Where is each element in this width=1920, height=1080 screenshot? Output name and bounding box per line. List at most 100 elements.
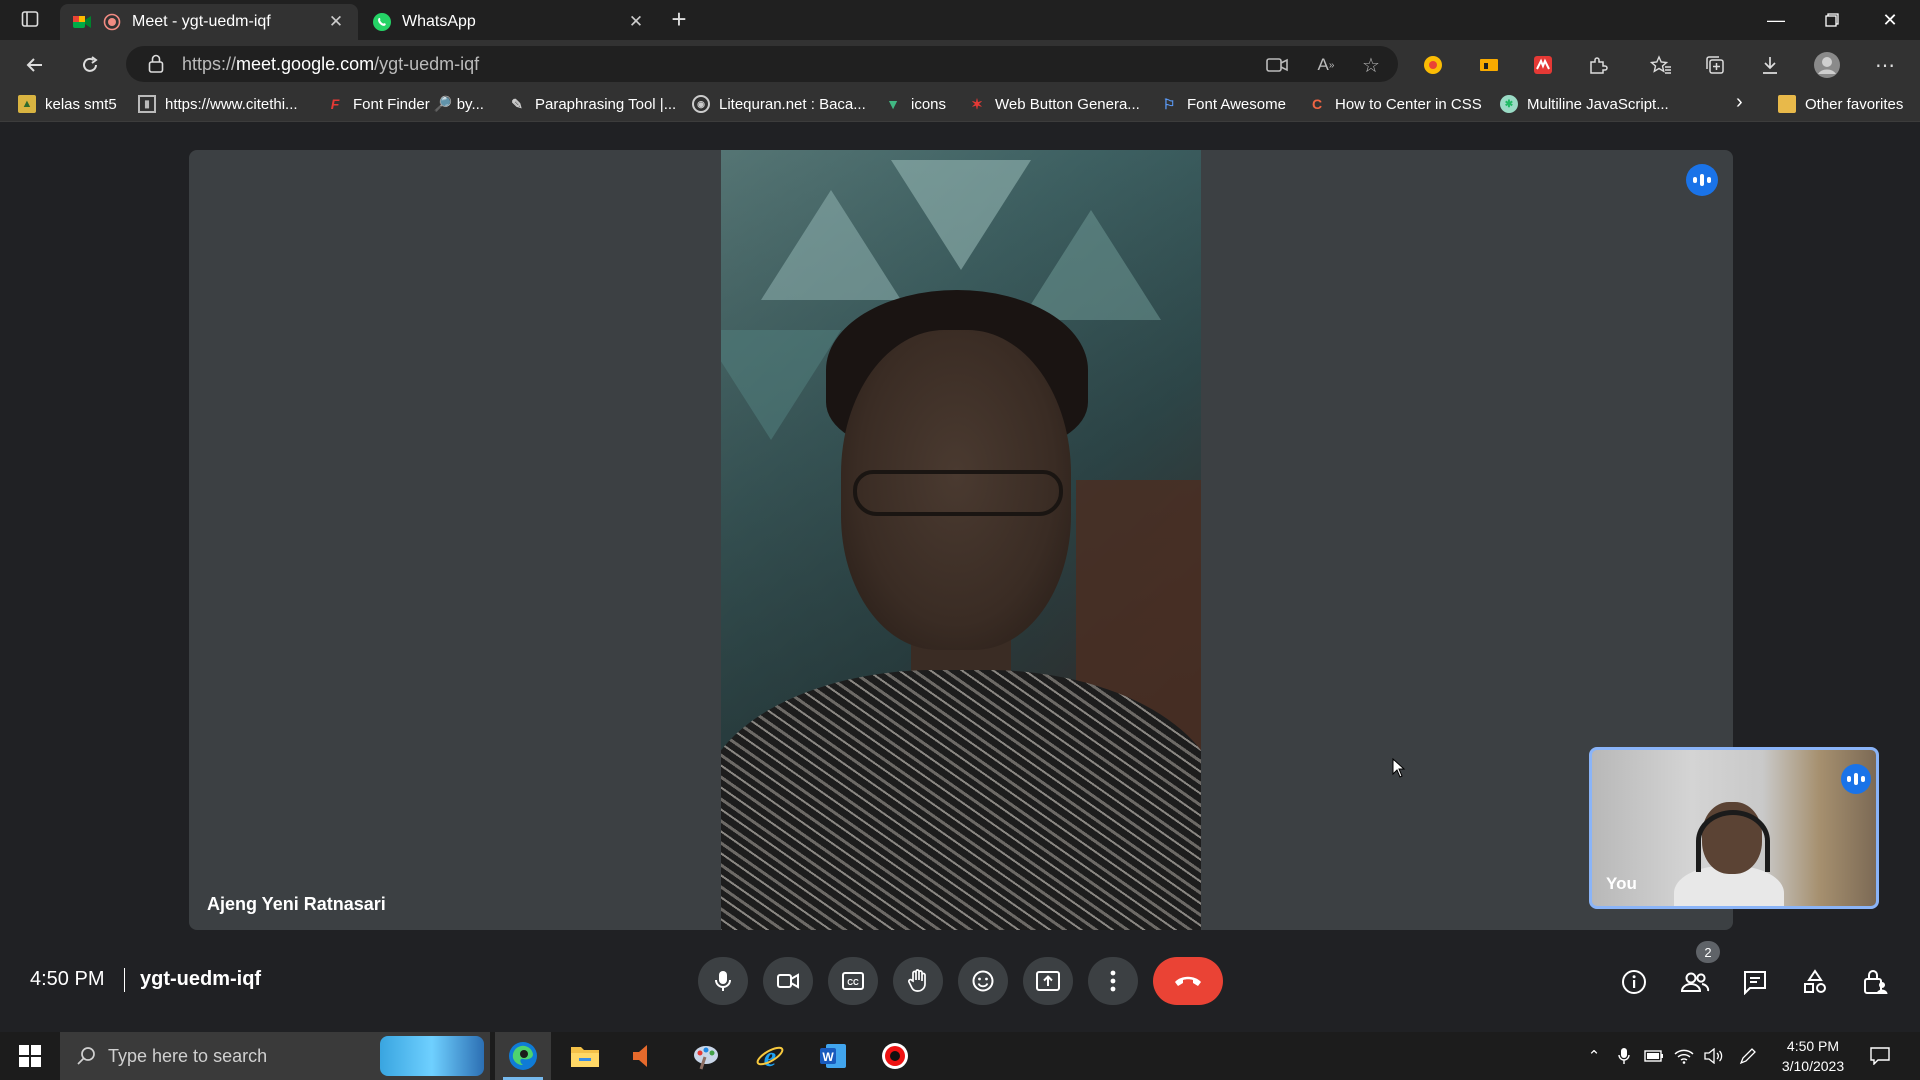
back-icon[interactable] [18, 48, 52, 82]
close-tab-icon[interactable]: ✕ [626, 12, 646, 32]
divider [124, 968, 125, 992]
volume-icon[interactable] [1702, 1044, 1726, 1068]
chat-button[interactable] [1735, 962, 1775, 1002]
camera-icon [777, 973, 799, 989]
taskbar-file-explorer[interactable] [557, 1032, 613, 1080]
taskbar-paint-app[interactable] [678, 1032, 734, 1080]
tab-actions-icon[interactable] [13, 2, 47, 36]
leave-call-button[interactable] [1153, 957, 1223, 1005]
downloads-icon[interactable] [1755, 50, 1785, 80]
favorite-item[interactable]: C How to Center in CSS [1308, 95, 1482, 113]
favorites-icon[interactable] [1646, 50, 1676, 80]
whatsapp-icon [372, 12, 392, 32]
tab-whatsapp[interactable]: WhatsApp ✕ [360, 4, 658, 40]
favorite-item[interactable]: ✶ Web Button Genera... [968, 95, 1140, 113]
windows-icon [19, 1045, 41, 1067]
taskbar-search-box[interactable]: Type here to search [60, 1032, 490, 1080]
profile-avatar-icon[interactable] [1812, 50, 1842, 80]
tab-meet[interactable]: Meet - ygt-uedm-iqf ✕ [60, 4, 358, 40]
favorite-item[interactable]: ▼ icons [884, 95, 946, 113]
taskbar-edge[interactable] [495, 1032, 551, 1080]
extension-tag-icon[interactable] [1474, 50, 1504, 80]
emoji-reactions-button[interactable] [958, 957, 1008, 1005]
start-button[interactable] [0, 1032, 60, 1080]
participant-name: Ajeng Yeni Ratnasari [207, 894, 386, 914]
notifications-icon[interactable] [1868, 1044, 1892, 1068]
read-aloud-icon[interactable]: A» [1311, 50, 1341, 80]
paint-icon [694, 1046, 718, 1070]
raise-hand-icon [908, 969, 926, 992]
system-date: 3/10/2023 [1781, 1058, 1845, 1074]
favorite-item[interactable]: ▮ https://www.citethi... [138, 95, 298, 113]
battery-icon[interactable] [1642, 1044, 1666, 1068]
favorite-item[interactable]: ✱ Multiline JavaScript... [1500, 95, 1669, 113]
people-button[interactable] [1675, 962, 1715, 1002]
minimize-icon[interactable]: — [1748, 0, 1804, 40]
add-favorite-icon[interactable]: ☆ [1356, 50, 1386, 80]
microphone-button[interactable] [698, 957, 748, 1005]
show-hidden-icons[interactable]: ⌃ [1582, 1044, 1606, 1068]
url-host: meet.google.com [236, 53, 375, 74]
taskbar-screen-recorder[interactable] [867, 1032, 923, 1080]
close-window-icon[interactable]: ✕ [1862, 0, 1918, 40]
more-menu-icon[interactable]: ⋯ [1870, 50, 1900, 80]
url-scheme: https:// [182, 53, 237, 74]
restore-icon[interactable] [1804, 0, 1860, 40]
meeting-time: 4:50 PM [30, 968, 105, 990]
host-controls-button[interactable] [1855, 962, 1895, 1002]
more-vert-icon [1110, 970, 1116, 992]
camera-button[interactable] [763, 957, 813, 1005]
wifi-icon[interactable] [1672, 1044, 1696, 1068]
folder-icon [571, 1047, 599, 1067]
close-tab-icon[interactable]: ✕ [326, 12, 346, 32]
taskbar-internet-explorer[interactable]: e [742, 1032, 798, 1080]
chat-icon [1744, 971, 1766, 995]
info-icon [1622, 970, 1646, 994]
camera-permission-icon[interactable] [1262, 50, 1292, 80]
present-screen-button[interactable] [1023, 957, 1073, 1005]
vue-icon: ▼ [886, 96, 900, 112]
meeting-details-button[interactable] [1614, 962, 1654, 1002]
address-bar-row: https://meet.google.com/ygt-uedm-iqf A» … [0, 40, 1920, 88]
google-meet-icon [72, 12, 92, 32]
favorites-overflow-icon[interactable]: › [1736, 91, 1743, 114]
meeting-code: ygt-uedm-iqf [140, 968, 262, 990]
participant-video [721, 150, 1201, 930]
favorite-item[interactable]: ▲ kelas smt5 [18, 95, 117, 113]
raise-hand-button[interactable] [893, 957, 943, 1005]
participant-tile[interactable] [189, 150, 1733, 930]
edge-icon [509, 1042, 537, 1070]
more-options-button[interactable] [1088, 957, 1138, 1005]
system-time: 4:50 PM [1786, 1038, 1840, 1054]
system-clock[interactable]: 4:50 PM 3/10/2023 [1770, 1036, 1856, 1076]
captions-button[interactable]: CC [828, 957, 878, 1005]
people-icon [1680, 972, 1710, 992]
extension-yellow-icon[interactable] [1418, 50, 1448, 80]
svg-text:CC: CC [847, 978, 859, 987]
other-favorites[interactable]: Other favorites [1778, 95, 1903, 113]
captions-icon: CC [842, 972, 864, 990]
microphone-tray-icon[interactable] [1612, 1044, 1636, 1068]
favorite-item[interactable]: ✎ Paraphrasing Tool |... [508, 95, 676, 113]
new-tab-icon[interactable]: + [662, 2, 696, 36]
extension-red-icon[interactable] [1528, 50, 1558, 80]
taskbar-word[interactable]: W [805, 1032, 861, 1080]
activities-button[interactable] [1795, 962, 1835, 1002]
pen-icon[interactable] [1736, 1044, 1760, 1068]
folder-icon: ▲ [18, 95, 36, 113]
speaking-indicator-icon [1841, 764, 1871, 794]
reload-icon[interactable] [73, 48, 107, 82]
favorite-item[interactable]: ◉ Litequran.net : Baca... [692, 95, 866, 113]
present-screen-icon [1036, 971, 1060, 991]
speaking-indicator-icon [1686, 164, 1718, 196]
speaker-app-icon [633, 1045, 647, 1067]
favorite-item[interactable]: ⚐ Font Awesome [1160, 95, 1286, 113]
folder-icon [1778, 95, 1796, 113]
address-field[interactable]: https://meet.google.com/ygt-uedm-iqf [126, 46, 1398, 82]
taskbar-media-app[interactable] [615, 1032, 671, 1080]
extensions-puzzle-icon[interactable] [1583, 50, 1613, 80]
internet-explorer-icon: e [756, 1042, 784, 1071]
favorite-item[interactable]: F Font Finder 🔎 by... [326, 95, 484, 113]
search-highlight-image [380, 1036, 484, 1076]
collections-icon[interactable] [1700, 50, 1730, 80]
